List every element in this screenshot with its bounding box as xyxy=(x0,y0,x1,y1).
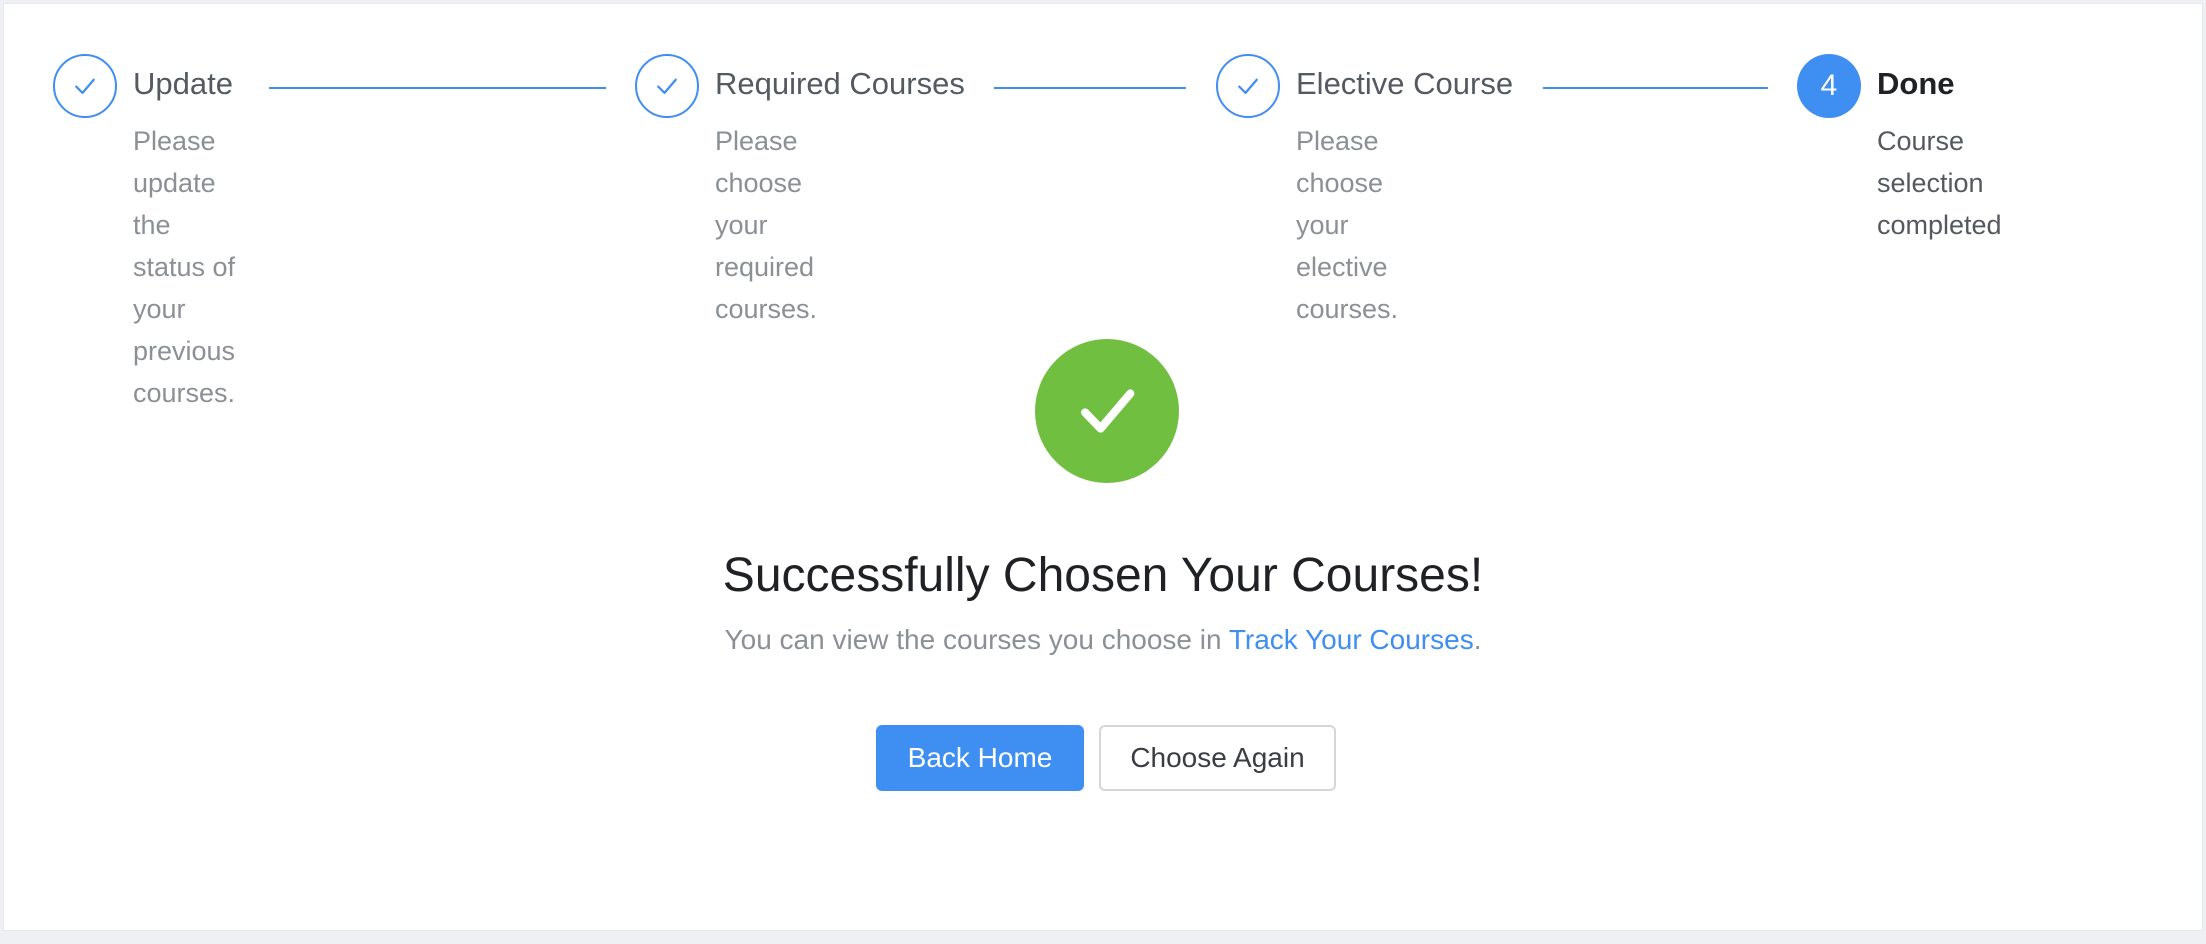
check-icon xyxy=(53,54,117,118)
check-icon xyxy=(1216,54,1280,118)
step-title: Required Courses xyxy=(715,66,965,101)
step-description-line: Please choose your xyxy=(715,126,803,240)
back-home-button[interactable]: Back Home xyxy=(876,725,1084,791)
step-description-line: completed xyxy=(1877,210,2002,240)
step-description-line: status of your previous xyxy=(133,252,236,366)
track-your-courses-link[interactable]: Track Your Courses xyxy=(1229,624,1474,655)
step-title: Update xyxy=(133,66,233,101)
check-circle-icon xyxy=(1035,339,1179,483)
step-connector xyxy=(994,87,1186,89)
step-description-line: elective courses. xyxy=(1296,252,1399,324)
check-icon xyxy=(635,54,699,118)
step-title: Done xyxy=(1877,66,1955,101)
step-description-line: Please update the xyxy=(133,126,216,240)
step-description-line: required courses. xyxy=(715,252,818,324)
step-title: Elective Course xyxy=(1296,66,1514,101)
result-subtitle-suffix: . xyxy=(1473,624,1482,655)
result-card: Update Please update the status of your … xyxy=(3,3,2203,931)
step-number-badge: 4 xyxy=(1797,54,1861,118)
step-description: Please choose your elective courses. xyxy=(1296,120,1398,330)
step-description-line: courses. xyxy=(133,378,236,408)
step-description-line: Please choose your xyxy=(1296,126,1384,240)
result-title: Successfully Chosen Your Courses! xyxy=(722,549,1484,602)
step-description: Please choose your required courses. xyxy=(715,120,817,330)
result-subtitle-text: You can view the courses you choose in xyxy=(724,624,1229,655)
result-subtitle: You can view the courses you choose in T… xyxy=(4,624,2202,656)
steps-bar: Update Please update the status of your … xyxy=(4,4,2202,408)
step-description-line: Course selection xyxy=(1877,126,1984,198)
step-description: Please update the status of your previou… xyxy=(133,120,235,414)
choose-again-button[interactable]: Choose Again xyxy=(1099,725,1336,791)
step-description: Course selection completed xyxy=(1877,120,2002,246)
step-connector xyxy=(269,87,606,89)
step-connector xyxy=(1543,87,1768,89)
